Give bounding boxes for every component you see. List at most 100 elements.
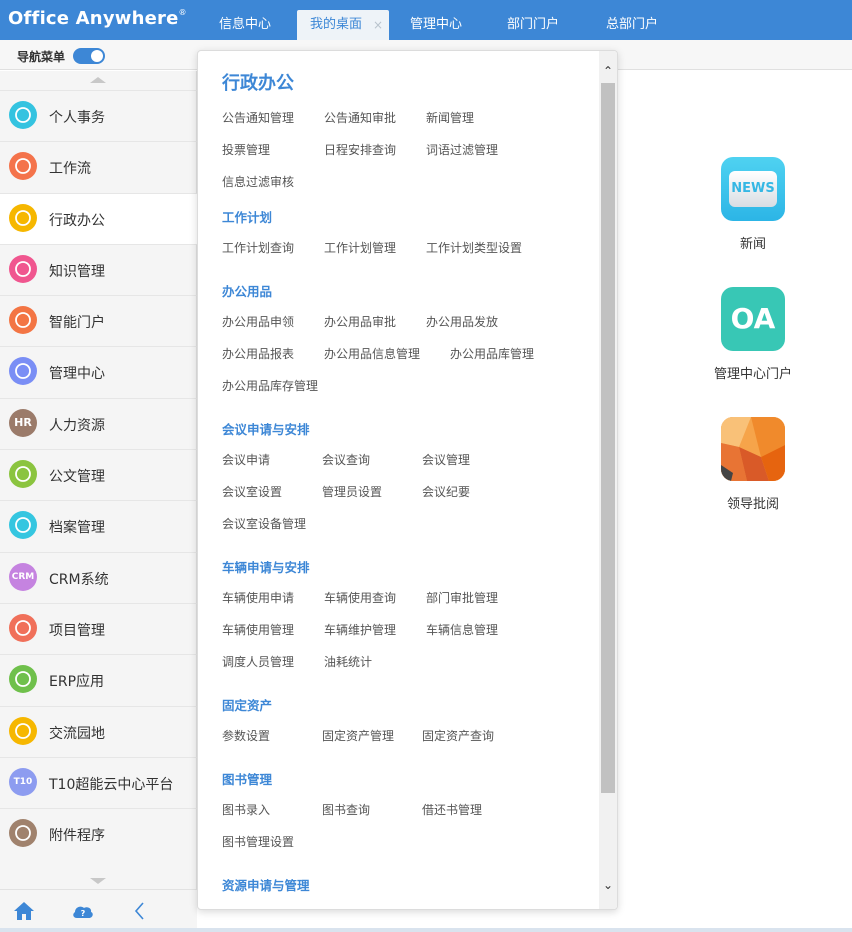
svg-text:?: ?: [81, 909, 86, 918]
menu-section-title: 办公用品: [222, 284, 273, 299]
menu-link[interactable]: 会议管理: [422, 451, 470, 468]
menu-link[interactable]: 油耗统计: [324, 653, 372, 670]
chat-icon: [9, 716, 37, 745]
menu-link[interactable]: 会议查询: [322, 451, 370, 468]
menu-link[interactable]: 工作计划类型设置: [426, 239, 522, 256]
sidebar-item[interactable]: HR 人力资源: [0, 397, 197, 449]
sidebar-item-label: 工作流: [49, 161, 91, 178]
menu-link[interactable]: 图书管理设置: [222, 833, 294, 850]
briefcase-icon: [9, 460, 37, 489]
menu-link[interactable]: 工作计划管理: [324, 239, 396, 256]
sidebar-item-label: 管理中心: [49, 366, 105, 383]
menu-link[interactable]: 会议纪要: [422, 483, 470, 500]
sidebar-item[interactable]: CRM CRM系统: [0, 551, 197, 603]
menu-link[interactable]: 公告通知审批: [324, 109, 396, 126]
sidebar-item-label: 档案管理: [49, 520, 105, 537]
menu-scrollbar[interactable]: ⌃ ⌄: [599, 51, 617, 909]
menu-link[interactable]: 车辆使用申请: [222, 589, 294, 606]
tab-hq-portal[interactable]: 总部门户: [591, 10, 673, 40]
menu-link[interactable]: 图书录入: [222, 801, 270, 818]
sidebar-item-label: 交流园地: [49, 725, 105, 742]
nav-menu-label: 导航菜单: [17, 50, 66, 64]
menu-link[interactable]: 管理员设置: [322, 483, 382, 500]
menu-link[interactable]: 办公用品审批: [324, 313, 396, 330]
scroll-up-icon[interactable]: [90, 77, 106, 83]
menu-link[interactable]: 调度人员管理: [222, 653, 294, 670]
scroll-up-arrow-icon[interactable]: ⌃: [602, 65, 614, 77]
oa-icon: OA: [721, 287, 785, 351]
menu-link[interactable]: 办公用品库管理: [450, 345, 534, 362]
menu-section-title: 车辆申请与安排: [222, 560, 310, 575]
menu-link[interactable]: 借还书管理: [422, 801, 482, 818]
menu-link[interactable]: 办公用品库存管理: [222, 377, 318, 394]
menu-link[interactable]: 办公用品申领: [222, 313, 294, 330]
app-news[interactable]: NEWS 新闻: [703, 157, 803, 252]
sidebar-item[interactable]: 智能门户: [0, 295, 197, 346]
menu-link[interactable]: 投票管理: [222, 141, 270, 158]
close-icon[interactable]: ×: [373, 10, 383, 40]
menu-link[interactable]: 车辆信息管理: [426, 621, 498, 638]
menu-link[interactable]: 新闻管理: [426, 109, 474, 126]
sidebar-item-label: 人力资源: [49, 417, 105, 434]
logo: Office Anywhere®: [8, 8, 187, 29]
menu-link[interactable]: 参数设置: [222, 727, 270, 744]
sidebar-item-label: 智能门户: [49, 315, 105, 332]
tab-my-desktop[interactable]: 我的桌面 ×: [297, 10, 389, 40]
sidebar-item-label: 项目管理: [49, 622, 105, 639]
sidebar-item[interactable]: 交流园地: [0, 705, 197, 757]
phone-icon: [9, 357, 37, 386]
crm-icon: CRM: [9, 562, 37, 591]
menu-link[interactable]: 公告通知管理: [222, 109, 294, 126]
menu-link[interactable]: 办公用品发放: [426, 313, 498, 330]
sidebar-nav: 个人事务工作流行政办公 知识管理智能门户管理中心 HR 人力资源 公文管理档案管理 CRM…: [0, 90, 197, 859]
app-leader-review[interactable]: 领导批阅: [703, 417, 803, 512]
menu-link[interactable]: 会议室设备管理: [222, 515, 306, 532]
menu-link[interactable]: 词语过滤管理: [426, 141, 498, 158]
menu-link[interactable]: 日程安排查询: [324, 141, 396, 158]
menu-link[interactable]: 车辆维护管理: [324, 621, 396, 638]
sidebar-item[interactable]: 个人事务: [0, 90, 197, 141]
admin-office-menu: 行政办公 ⌃ ⌄ 公告通知管理 公告通知审批 新闻管理投票管理 日程安排查询 词语过滤管…: [197, 50, 618, 910]
menu-link[interactable]: 部门审批管理: [426, 589, 498, 606]
leader-review-icon: [721, 417, 785, 481]
menu-link[interactable]: 会议申请: [222, 451, 270, 468]
sidebar-item[interactable]: ERP应用: [0, 654, 197, 705]
menu-link[interactable]: 固定资产管理: [322, 727, 394, 744]
sidebar-item[interactable]: 附件程序: [0, 808, 197, 859]
tab-department-portal[interactable]: 部门门户: [492, 10, 574, 40]
menu-link[interactable]: 图书查询: [322, 801, 370, 818]
sidebar-item[interactable]: 项目管理: [0, 602, 197, 654]
scrollbar-thumb[interactable]: [601, 83, 615, 793]
sidebar-item[interactable]: 公文管理: [0, 449, 197, 500]
menu-link[interactable]: 车辆使用查询: [324, 589, 396, 606]
sidebar-item[interactable]: T10 T10超能云中心平台: [0, 756, 197, 808]
project-icon: [9, 613, 37, 642]
book-icon: [9, 254, 37, 283]
scroll-down-arrow-icon[interactable]: ⌄: [602, 879, 614, 891]
layers-icon: [9, 203, 37, 232]
home-icon[interactable]: [12, 900, 36, 922]
menu-title: 行政办公: [222, 73, 294, 94]
sidebar-item[interactable]: 知识管理: [0, 243, 197, 295]
cloud-icon: T10: [9, 767, 37, 796]
collapse-chevron-icon[interactable]: [128, 900, 152, 922]
user-icon: [9, 101, 37, 129]
menu-link[interactable]: 办公用品报表: [222, 345, 294, 362]
app-management-portal[interactable]: OA 管理中心门户: [703, 287, 803, 382]
menu-link[interactable]: 工作计划查询: [222, 239, 294, 256]
help-cloud-icon[interactable]: ?: [71, 900, 95, 922]
menu-link[interactable]: 会议室设置: [222, 483, 282, 500]
sidebar-item[interactable]: 管理中心: [0, 346, 197, 397]
sidebar-item[interactable]: 档案管理: [0, 500, 197, 551]
paperclip-icon: [9, 819, 37, 848]
menu-link[interactable]: 办公用品信息管理: [324, 345, 420, 362]
nav-menu-toggle[interactable]: [73, 48, 105, 64]
tab-management-center[interactable]: 管理中心: [395, 10, 477, 40]
tab-info-center[interactable]: 信息中心: [204, 10, 286, 40]
sidebar-item[interactable]: 行政办公: [0, 192, 197, 244]
menu-link[interactable]: 信息过滤审核: [222, 173, 294, 190]
menu-link[interactable]: 固定资产查询: [422, 727, 494, 744]
sidebar-item[interactable]: 工作流: [0, 141, 197, 192]
scroll-down-icon[interactable]: [90, 878, 106, 884]
menu-link[interactable]: 车辆使用管理: [222, 621, 294, 638]
